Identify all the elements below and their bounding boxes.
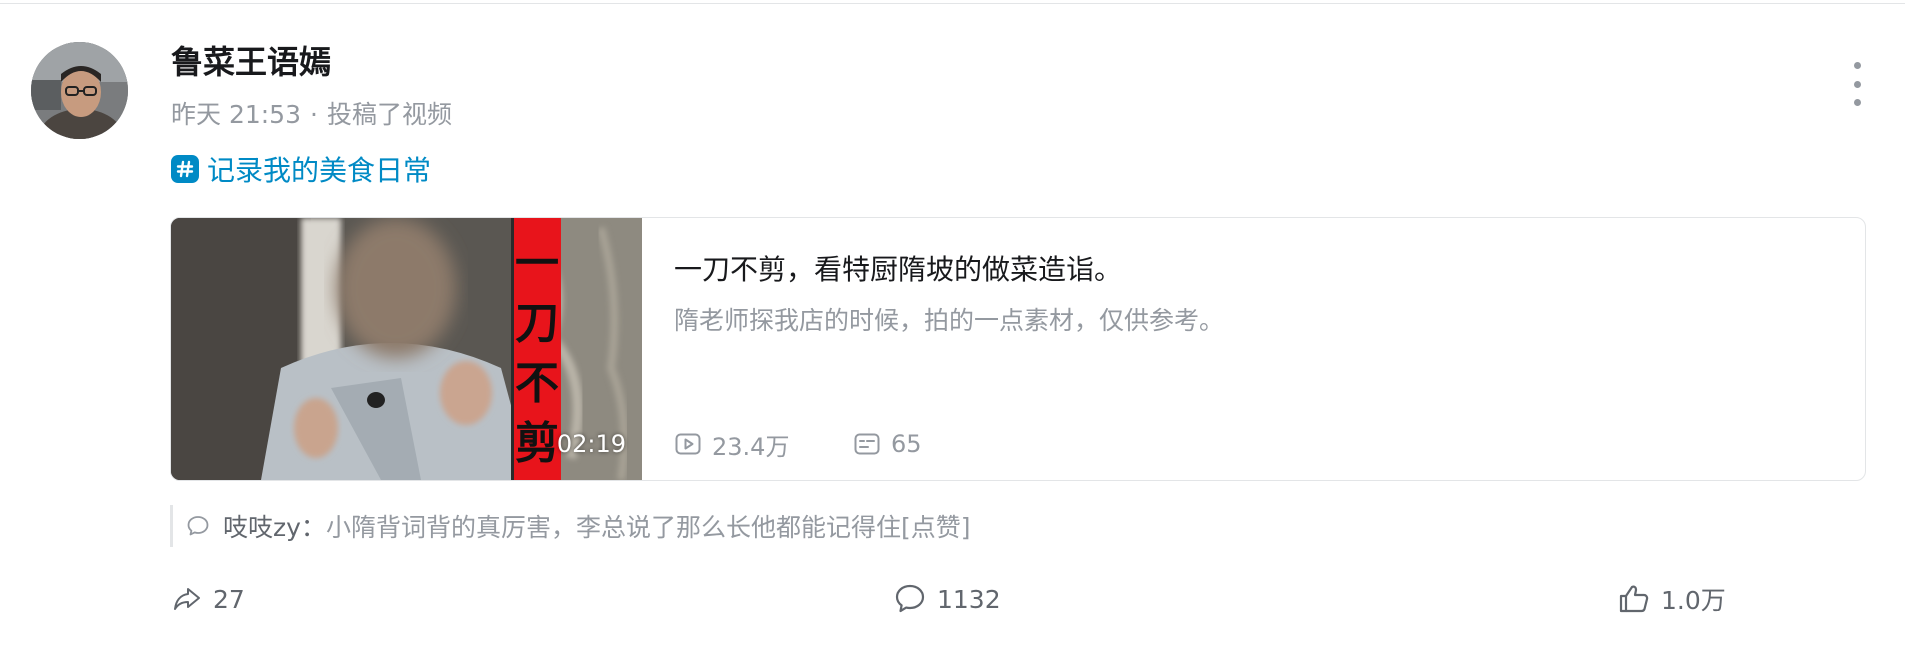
play-count-icon (675, 433, 701, 455)
comment-button[interactable]: 1132 (893, 581, 1001, 617)
post-time: 昨天 21:53 (171, 100, 301, 129)
thumbnail-overlay-char: 剪 (515, 418, 559, 469)
danmaku-count: 65 (853, 428, 922, 460)
topic-hash-icon (171, 155, 199, 183)
like-count: 1.0万 (1661, 586, 1726, 615)
video-title[interactable]: 一刀不剪，看特厨隋坡的做菜造诣。 (674, 248, 1122, 288)
dynamic-post-card: 鲁菜王语嫣 昨天 21:53 · 投稿了视频 记录我的美食日常 一 刀 不 剪 … (0, 0, 1905, 647)
post-action: 投稿了视频 (326, 100, 452, 129)
comment-bubble-icon (187, 516, 209, 536)
danmaku-icon (854, 433, 880, 455)
view-count-value: 23.4万 (712, 432, 790, 461)
share-icon (174, 588, 200, 610)
more-options-button[interactable] (1845, 62, 1869, 106)
hot-comment-separator: ： (300, 513, 326, 542)
hot-comment-text: 小隋背词背的真厉害，李总说了那么长他都能记得住[点赞] (325, 513, 971, 542)
video-duration: 02:19 (556, 430, 626, 458)
video-thumbnail[interactable]: 一 刀 不 剪 02:19 (171, 218, 642, 480)
avatar[interactable] (31, 42, 128, 139)
more-dot-icon (1853, 62, 1861, 69)
hot-comment[interactable]: 吱吱zy：小隋背词背的真厉害，李总说了那么长他都能记得住[点赞] (170, 505, 1085, 547)
video-card[interactable]: 一 刀 不 剪 02:19 一刀不剪，看特厨隋坡的做菜造诣。 隋老师探我店的时候… (170, 217, 1866, 481)
comment-icon (895, 584, 925, 613)
thumbs-up-icon (1619, 585, 1649, 613)
video-description: 隋老师探我店的时候，拍的一点素材，仅供参考。 (674, 306, 1225, 335)
like-button[interactable]: 1.0万 (1617, 581, 1726, 617)
more-dot-icon (1853, 99, 1861, 106)
comment-count: 1132 (937, 584, 1001, 614)
share-button[interactable]: 27 (171, 581, 245, 617)
topic-label: 记录我的美食日常 (207, 154, 432, 187)
topic-link[interactable]: 记录我的美食日常 (171, 149, 431, 189)
thumbnail-overlay-char: 不 (515, 358, 559, 409)
more-dot-icon (1853, 80, 1861, 88)
danmaku-count-value: 65 (891, 430, 922, 458)
post-meta: 昨天 21:53 · 投稿了视频 (171, 98, 452, 132)
thumbnail-overlay-char: 一 (515, 238, 559, 289)
hot-comment-user[interactable]: 吱吱zy (223, 508, 301, 544)
meta-separator: · (310, 100, 318, 129)
thumbnail-overlay-char: 刀 (515, 298, 559, 349)
view-count: 23.4万 (674, 428, 790, 461)
top-divider (0, 3, 1905, 4)
author-name[interactable]: 鲁菜王语嫣 (171, 40, 331, 84)
share-count: 27 (213, 584, 245, 614)
